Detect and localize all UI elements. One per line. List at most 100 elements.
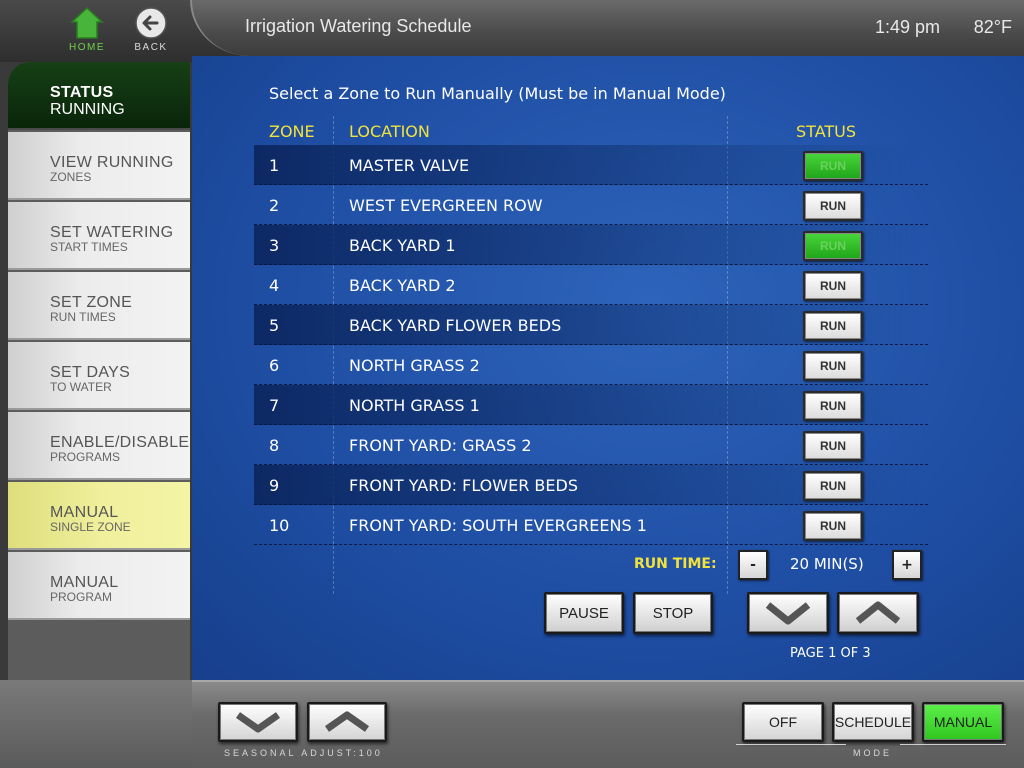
run-zone-button[interactable]: RUN xyxy=(803,311,863,341)
sidebar-item-label: VIEW RUNNING xyxy=(50,154,174,171)
home-button[interactable]: HOME xyxy=(62,6,112,54)
mode-divider-line xyxy=(736,744,846,745)
mode-off-button[interactable]: OFF xyxy=(742,702,824,742)
mode-schedule-button[interactable]: SCHEDULE xyxy=(832,702,914,742)
page-indicator: PAGE 1 OF 3 xyxy=(790,646,871,661)
run-zone-button[interactable]: RUN xyxy=(803,471,863,501)
zone-location: NORTH GRASS 2 xyxy=(349,356,480,375)
sidebar-item-sublabel: RUN TIMES xyxy=(50,310,116,324)
run-time-decrease-button[interactable]: - xyxy=(738,550,768,580)
zone-number: 5 xyxy=(269,316,280,335)
zone-location: BACK YARD 2 xyxy=(349,276,456,295)
table-row: 4 BACK YARD 2 RUN xyxy=(254,265,928,305)
zone-location: MASTER VALVE xyxy=(349,156,470,175)
sidebar-item-view-running-zones[interactable]: VIEW RUNNING ZONES xyxy=(8,132,190,200)
sidebar-item-sublabel: TO WATER xyxy=(50,380,112,394)
sidebar-item-label: MANUAL xyxy=(50,504,119,521)
table-row: 1 MASTER VALVE RUN xyxy=(254,145,928,185)
zone-number: 7 xyxy=(269,396,280,415)
sidebar-item-sublabel: PROGRAM xyxy=(50,590,113,604)
sidebar-item-set-days-to-water[interactable]: SET DAYS TO WATER xyxy=(8,342,190,410)
back-button[interactable]: BACK xyxy=(126,6,176,54)
zone-number: 2 xyxy=(269,196,280,215)
sidebar-item-label: SET ZONE xyxy=(50,294,133,311)
sidebar-item-sublabel: START TIMES xyxy=(50,240,128,254)
zone-location: WEST EVERGREEN ROW xyxy=(349,196,543,215)
column-header-status: STATUS xyxy=(796,122,857,141)
chevron-down-icon xyxy=(235,712,281,733)
zone-location: BACK YARD FLOWER BEDS xyxy=(349,316,562,335)
main-panel: Select a Zone to Run Manually (Must be i… xyxy=(192,56,1024,680)
run-zone-button[interactable]: RUN xyxy=(803,191,863,221)
table-row: 3 BACK YARD 1 RUN xyxy=(254,225,928,265)
run-time-label: RUN TIME: xyxy=(634,556,717,572)
sidebar-item-sublabel: PROGRAMS xyxy=(50,450,121,464)
mode-manual-button[interactable]: MANUAL xyxy=(922,702,1004,742)
zone-number: 6 xyxy=(269,356,280,375)
zone-number: 3 xyxy=(269,236,280,255)
chevron-down-icon xyxy=(765,602,811,625)
zone-number: 8 xyxy=(269,436,280,455)
run-zone-button[interactable]: RUN xyxy=(803,351,863,381)
sidebar: STATUS RUNNING VIEW RUNNING ZONES SET WA… xyxy=(8,62,190,680)
column-header-location: LOCATION xyxy=(349,122,430,141)
sidebar-item-sublabel: RUNNING xyxy=(50,101,125,118)
zone-location: BACK YARD 1 xyxy=(349,236,456,255)
table-row: 6 NORTH GRASS 2 RUN xyxy=(254,345,928,385)
home-label: HOME xyxy=(69,42,105,53)
back-label: BACK xyxy=(134,42,168,53)
temperature: 82°F xyxy=(973,17,1012,37)
table-row: 7 NORTH GRASS 1 RUN xyxy=(254,385,928,425)
zone-location: FRONT YARD: FLOWER BEDS xyxy=(349,476,578,495)
run-zone-button[interactable]: RUN xyxy=(803,231,863,261)
sidebar-item-set-zone-run-times[interactable]: SET ZONE RUN TIMES xyxy=(8,272,190,340)
run-zone-button[interactable]: RUN xyxy=(803,271,863,301)
column-header-zone: ZONE xyxy=(269,122,315,141)
zone-number: 4 xyxy=(269,276,280,295)
sidebar-item-manual-program[interactable]: MANUAL PROGRAM xyxy=(8,552,190,620)
chevron-up-icon xyxy=(324,711,370,732)
mode-label: MODE xyxy=(853,748,892,758)
zone-number: 10 xyxy=(269,516,290,535)
zone-location: FRONT YARD: SOUTH EVERGREENS 1 xyxy=(349,516,647,535)
run-zone-button[interactable]: RUN xyxy=(803,391,863,421)
run-zone-button[interactable]: RUN xyxy=(803,151,863,181)
sidebar-item-status[interactable]: STATUS RUNNING xyxy=(8,62,190,130)
zone-location: NORTH GRASS 1 xyxy=(349,396,480,415)
table-row: 5 BACK YARD FLOWER BEDS RUN xyxy=(254,305,928,345)
run-time-increase-button[interactable]: + xyxy=(892,550,922,580)
sidebar-item-enable-disable-programs[interactable]: ENABLE/DISABLE PROGRAMS xyxy=(8,412,190,480)
seasonal-adjust-up-button[interactable] xyxy=(307,702,387,742)
table-row: 2 WEST EVERGREEN ROW RUN xyxy=(254,185,928,225)
pause-button[interactable]: PAUSE xyxy=(544,592,624,634)
sidebar-item-label: SET DAYS xyxy=(50,364,131,381)
page-down-button[interactable] xyxy=(747,592,829,634)
zone-number: 9 xyxy=(269,476,280,495)
sidebar-item-set-watering-start-times[interactable]: SET WATERING START TIMES xyxy=(8,202,190,270)
run-zone-button[interactable]: RUN xyxy=(803,511,863,541)
sidebar-item-label: STATUS xyxy=(50,84,114,101)
sidebar-item-label: SET WATERING xyxy=(50,224,174,241)
back-arrow-icon xyxy=(135,7,167,39)
zone-location: FRONT YARD: GRASS 2 xyxy=(349,436,532,455)
instruction-text: Select a Zone to Run Manually (Must be i… xyxy=(269,84,726,103)
page-up-button[interactable] xyxy=(837,592,919,634)
seasonal-adjust-label: SEASONAL ADJUST:100 xyxy=(224,748,383,758)
zone-number: 1 xyxy=(269,156,280,175)
run-zone-button[interactable]: RUN xyxy=(803,431,863,461)
sidebar-item-label: ENABLE/DISABLE xyxy=(50,434,190,451)
table-row: 10 FRONT YARD: SOUTH EVERGREENS 1 RUN xyxy=(254,505,928,545)
chevron-up-icon xyxy=(855,601,901,624)
stop-button[interactable]: STOP xyxy=(633,592,713,634)
page-title: Irrigation Watering Schedule xyxy=(245,16,472,36)
table-row: 9 FRONT YARD: FLOWER BEDS RUN xyxy=(254,465,928,505)
home-icon xyxy=(70,6,104,39)
sidebar-item-sublabel: ZONES xyxy=(50,170,92,184)
sidebar-item-sublabel: SINGLE ZONE xyxy=(50,520,131,534)
sidebar-item-label: MANUAL xyxy=(50,574,119,591)
sidebar-item-manual-single-zone[interactable]: MANUAL SINGLE ZONE xyxy=(8,482,190,550)
table-row: 8 FRONT YARD: GRASS 2 RUN xyxy=(254,425,928,465)
mode-divider-line xyxy=(900,744,1006,745)
run-time-value: 20 MIN(S) xyxy=(790,555,864,573)
seasonal-adjust-down-button[interactable] xyxy=(218,702,298,742)
